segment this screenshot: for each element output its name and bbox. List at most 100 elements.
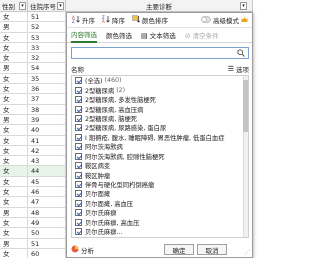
tab-clear-conditions[interactable]: ⊘ 清空条件	[185, 30, 219, 42]
checkbox[interactable]	[75, 190, 82, 198]
checkbox[interactable]	[75, 209, 82, 217]
list-item[interactable]: 伴骨与硬化型同杓倒癌瘤	[72, 180, 248, 189]
list-item[interactable]: 2型糖尿病, 多发性脑梗死	[72, 95, 248, 104]
filter-dropdown-icon[interactable]: ▾	[240, 2, 247, 10]
admission-number-cell[interactable]: 43	[28, 156, 66, 166]
advanced-mode-button[interactable]: 高级模式	[201, 15, 248, 25]
list-item[interactable]: 阿尔茨海默病	[72, 142, 248, 151]
table-row[interactable]: 女 41	[0, 135, 66, 146]
list-item[interactable]: 鞍区肿瘤	[72, 170, 248, 180]
table-row[interactable]: 女 45	[0, 176, 66, 188]
table-row[interactable]: 女 60	[0, 248, 66, 258]
gender-cell[interactable]: 男	[0, 63, 28, 73]
admission-number-cell[interactable]: 53	[28, 32, 66, 42]
list-item[interactable]: 阿尔茨海默病, 腔隙性脑梗死	[72, 152, 248, 161]
admission-number-cell[interactable]: 41	[28, 135, 66, 145]
admission-number-cell[interactable]: 38	[28, 104, 66, 114]
table-row[interactable]: 女 51	[0, 12, 66, 23]
table-row[interactable]: 女 49	[0, 217, 66, 229]
sort-descending-button[interactable]: ZA 降序	[102, 15, 125, 25]
cancel-button[interactable]: 取消	[197, 244, 227, 255]
admission-number-cell[interactable]: 32	[28, 53, 66, 63]
admission-number-cell[interactable]: 45	[28, 176, 66, 187]
scrollbar-thumb[interactable]	[243, 80, 248, 132]
admission-number-cell[interactable]: 54	[28, 63, 66, 73]
list-item[interactable]: 鞍区病变	[72, 161, 248, 170]
admission-number-cell[interactable]: 39	[28, 114, 66, 125]
admission-number-cell[interactable]: 47	[28, 197, 66, 207]
list-item[interactable]: 贝尔面瘫	[72, 189, 248, 198]
gender-cell[interactable]: 男	[0, 238, 28, 248]
table-row[interactable]: 女 40	[0, 125, 66, 136]
table-row[interactable]: 男 51	[0, 238, 66, 249]
list-item[interactable]: 贝尔氏麻痹	[72, 208, 248, 217]
list-item[interactable]: 2型糖尿病 (2)	[72, 85, 248, 95]
list-item[interactable]: 贝尔氏麻痹...	[72, 227, 248, 236]
table-row[interactable]: 女 50	[0, 228, 66, 239]
resize-grip-icon[interactable]: ⋰	[244, 249, 250, 256]
gender-cell[interactable]: 女	[0, 156, 28, 166]
gender-cell[interactable]: 男	[0, 22, 28, 32]
gender-cell[interactable]: 女	[0, 176, 28, 187]
gender-cell[interactable]: 女	[0, 135, 28, 145]
table-row[interactable]: 女 38	[0, 104, 66, 115]
gender-cell[interactable]: 女	[0, 84, 28, 94]
admission-number-cell[interactable]: 48	[28, 207, 66, 217]
checkbox[interactable]	[75, 77, 82, 85]
gender-cell[interactable]: 女	[0, 248, 28, 258]
table-row[interactable]: 女 53	[0, 32, 66, 43]
table-row[interactable]: 男 52	[0, 22, 66, 33]
table-row[interactable]: 男 39	[0, 114, 66, 126]
admission-number-cell[interactable]: 35	[28, 73, 66, 84]
gender-cell[interactable]: 男	[0, 207, 28, 217]
sort-ascending-button[interactable]: AZ 升序	[72, 15, 95, 25]
gender-cell[interactable]: 男	[0, 114, 28, 125]
checkbox[interactable]	[75, 199, 82, 207]
gender-cell[interactable]: 女	[0, 166, 28, 176]
filter-dropdown-icon[interactable]: ▾	[19, 2, 26, 10]
scrollbar[interactable]	[243, 76, 248, 237]
admission-number-cell[interactable]: 36	[28, 84, 66, 94]
table-row[interactable]: 女 46	[0, 187, 66, 198]
options-button[interactable]: ☰ 选项	[228, 64, 249, 74]
gender-cell[interactable]: 女	[0, 104, 28, 114]
checkbox[interactable]	[75, 114, 82, 122]
list-item[interactable]: 贝尔氏麻痹, 高血压	[72, 218, 248, 227]
gender-cell[interactable]: 女	[0, 145, 28, 156]
admission-number-cell[interactable]: 50	[28, 228, 66, 238]
gender-cell[interactable]: 女	[0, 217, 28, 228]
gender-cell[interactable]: 女	[0, 94, 28, 104]
checkbox[interactable]	[75, 228, 82, 236]
gender-cell[interactable]: 女	[0, 73, 28, 84]
sort-by-color-button[interactable]: 颜色排序	[132, 15, 168, 25]
admission-number-cell[interactable]: 37	[28, 94, 66, 104]
column-header-admission-number[interactable]: 住院序号 ▾	[28, 0, 66, 12]
checkbox[interactable]	[75, 124, 82, 132]
select-all-item[interactable]: (全选) (460)	[72, 76, 248, 85]
gender-cell[interactable]: 女	[0, 187, 28, 197]
admission-number-cell[interactable]: 60	[28, 248, 66, 258]
checkbox[interactable]	[75, 86, 82, 94]
checkbox[interactable]	[75, 162, 82, 170]
checkbox[interactable]	[75, 181, 82, 189]
gender-cell[interactable]: 女	[0, 32, 28, 42]
table-row[interactable]: 男 54	[0, 63, 66, 74]
list-item[interactable]: 贝尔面瘫, 高血压	[72, 199, 248, 208]
table-row[interactable]: 女 32	[0, 53, 66, 64]
checkbox[interactable]	[75, 143, 82, 151]
filter-dropdown-icon[interactable]: ▾	[57, 2, 64, 10]
analyze-button[interactable]: 分析	[71, 245, 94, 255]
gender-cell[interactable]: 女	[0, 53, 28, 63]
admission-number-cell[interactable]: 42	[28, 145, 66, 156]
list-item[interactable]: 2型糖尿病, 高血压病	[72, 104, 248, 114]
checkbox[interactable]	[75, 171, 82, 179]
table-row[interactable]: 女 33	[0, 42, 66, 54]
gender-cell[interactable]: 女	[0, 197, 28, 207]
checkbox[interactable]	[75, 105, 82, 113]
list-item[interactable]: 2型糖尿病, 脑梗死	[72, 114, 248, 123]
checkbox[interactable]	[75, 152, 82, 160]
admission-number-cell[interactable]: 44	[28, 166, 66, 176]
tab-content-filter[interactable]: 内容筛选	[71, 29, 97, 43]
tab-color-filter[interactable]: 颜色筛选	[106, 30, 132, 42]
checkbox[interactable]	[75, 96, 82, 104]
